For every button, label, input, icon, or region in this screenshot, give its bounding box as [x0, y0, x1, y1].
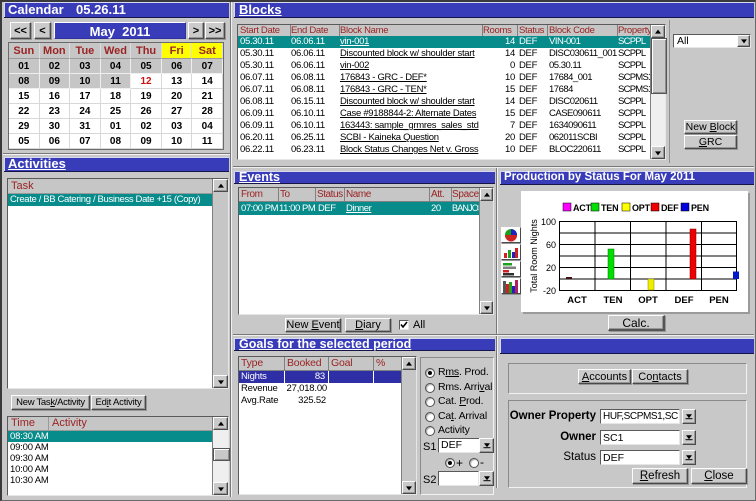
svg-text:100: 100 [541, 217, 556, 227]
svg-text:-20: -20 [543, 286, 556, 296]
svg-text:OPT: OPT [632, 203, 651, 213]
svg-text:Total Room Nights: Total Room Nights [529, 219, 539, 293]
svg-text:OPT: OPT [638, 295, 658, 306]
svg-text:DEF: DEF [675, 295, 694, 306]
svg-text:PEN: PEN [691, 203, 709, 213]
svg-text:PEN: PEN [709, 295, 729, 306]
svg-text:TEN: TEN [604, 295, 623, 306]
svg-text:TEN: TEN [601, 203, 618, 213]
svg-text:ACT: ACT [567, 295, 587, 306]
svg-text:DEF: DEF [661, 203, 679, 213]
svg-text:60: 60 [546, 240, 556, 250]
svg-text:ACT: ACT [573, 203, 592, 213]
svg-text:20: 20 [546, 263, 556, 273]
